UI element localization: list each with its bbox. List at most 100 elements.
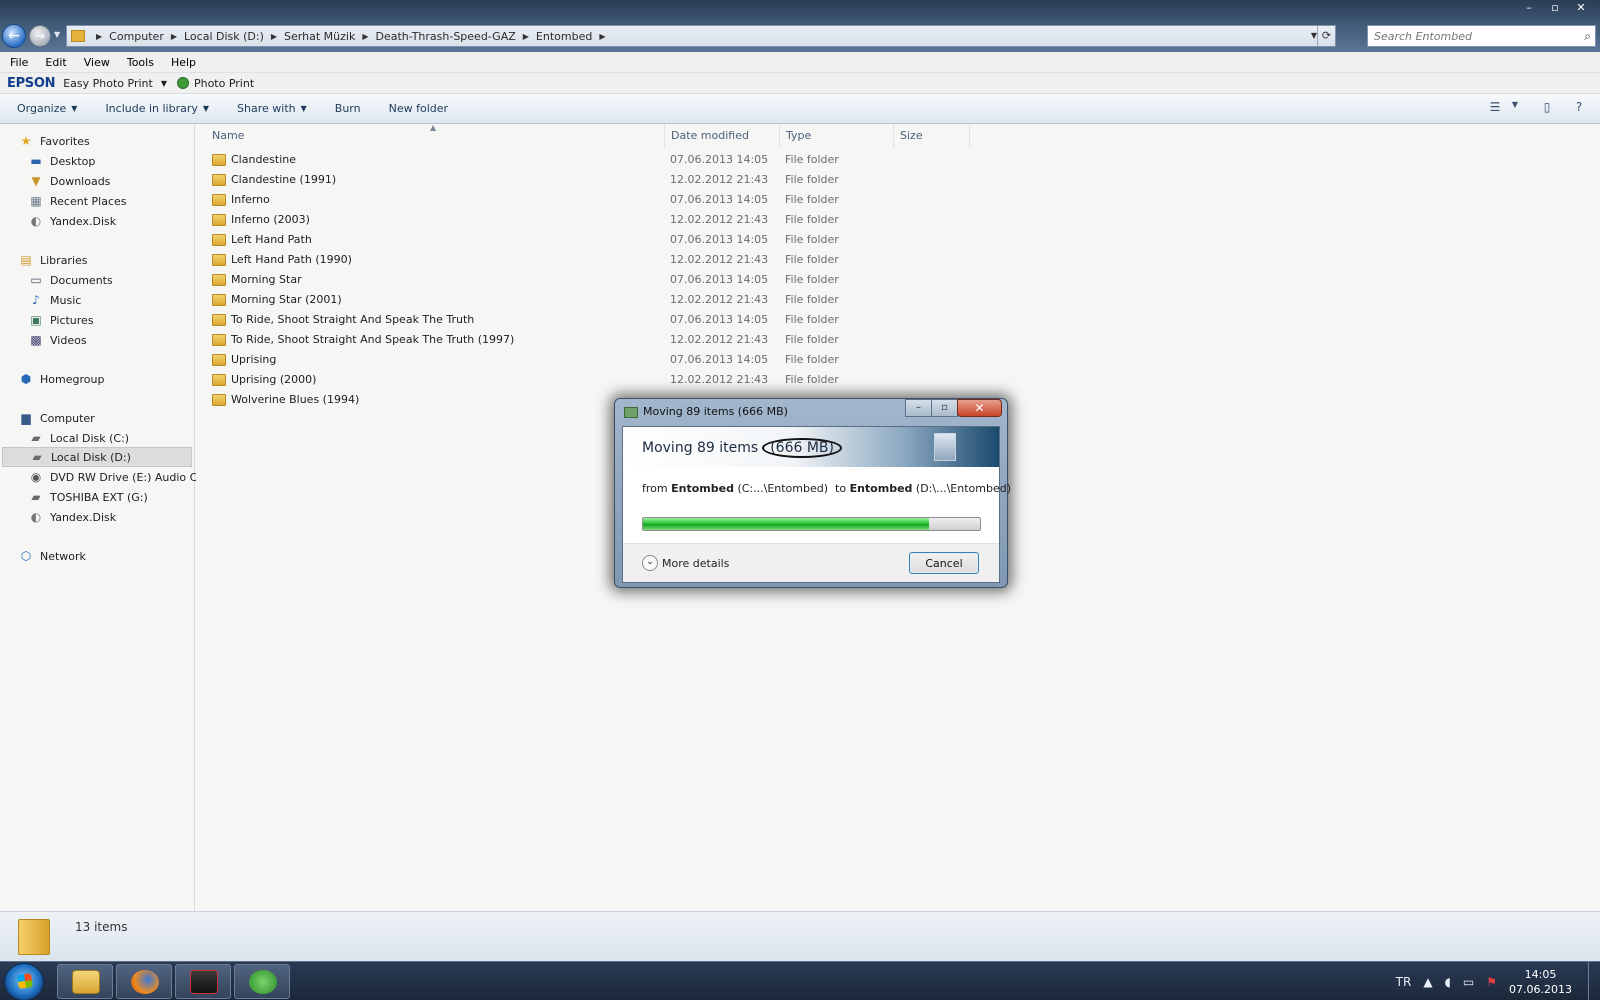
file-row[interactable]: To Ride, Shoot Straight And Speak The Tr… xyxy=(196,310,996,330)
dialog-close-button[interactable]: ✕ xyxy=(957,399,1002,417)
sidebar-item-videos[interactable]: ▩ Videos xyxy=(28,330,86,350)
change-view-icon[interactable]: ☰ xyxy=(1486,100,1504,116)
organize-button[interactable]: Organize ▼ xyxy=(17,102,77,115)
sidebar-item-homegroup[interactable]: ⬢ Homegroup xyxy=(18,369,105,389)
sidebar-item-local-disk-c[interactable]: ▰ Local Disk (C:) xyxy=(28,428,129,448)
refresh-icon[interactable]: ⟳ xyxy=(1317,26,1335,46)
search-icon[interactable]: ⌕ xyxy=(1584,29,1591,44)
start-button[interactable] xyxy=(4,963,44,1000)
volume-icon[interactable]: ◖ xyxy=(1445,975,1451,989)
taskbar-explorer[interactable] xyxy=(57,964,113,999)
burn-button[interactable]: Burn xyxy=(335,102,361,115)
clock[interactable]: 14:05 07.06.2013 xyxy=(1509,967,1572,997)
include-in-library-button[interactable]: Include in library ▼ xyxy=(105,102,209,115)
file-row[interactable]: Morning Star 07.06.2013 14:05 File folder xyxy=(196,270,996,290)
minimize-button[interactable]: – xyxy=(1516,0,1542,16)
column-name[interactable]: Name xyxy=(196,124,665,148)
dialog-minimize-button[interactable]: – xyxy=(905,399,932,417)
language-indicator[interactable]: TR xyxy=(1396,975,1412,989)
file-row[interactable]: Clandestine (1991) 12.02.2012 21:43 File f… xyxy=(196,170,996,190)
breadcrumb-death-thrash-speed[interactable]: Death-Thrash-Speed-GAZ ▶ xyxy=(375,30,535,43)
chevron-right-icon[interactable]: ▶ xyxy=(523,32,529,41)
search-input[interactable] xyxy=(1374,29,1574,43)
file-row[interactable]: Left Hand Path (1990) 12.02.2012 21:43 Fil… xyxy=(196,250,996,270)
sidebar-item-network[interactable]: ⬡ Network xyxy=(18,546,86,566)
chevron-right-icon[interactable]: ▶ xyxy=(599,32,605,41)
close-button[interactable]: ✕ xyxy=(1568,0,1594,16)
taskbar-firefox[interactable] xyxy=(116,964,172,999)
sidebar-item-music[interactable]: ♪ Music xyxy=(28,290,81,310)
share-with-button[interactable]: Share with ▼ xyxy=(237,102,307,115)
sidebar-item-yandex-disk[interactable]: ◐ Yandex.Disk xyxy=(28,211,116,231)
sidebar-item-toshiba-ext[interactable]: ▰ TOSHIBA EXT (G:) xyxy=(28,487,147,507)
chevron-right-icon[interactable]: ▶ xyxy=(362,32,368,41)
file-row[interactable]: Morning Star (2001) 12.02.2012 21:43 File … xyxy=(196,290,996,310)
address-bar[interactable]: ▶ Computer ▶ Local Disk (D:) ▶ Serhat Müzi… xyxy=(66,25,1336,47)
action-center-flag-icon[interactable]: ⚑ xyxy=(1486,975,1497,989)
sidebar-item-computer[interactable]: ▆ Computer xyxy=(18,408,94,428)
menu-edit[interactable]: Edit xyxy=(45,56,66,69)
maximize-button[interactable]: ▫ xyxy=(1542,0,1568,16)
chevron-right-icon[interactable]: ▶ xyxy=(271,32,277,41)
sidebar-item-libraries[interactable]: ▤ Libraries xyxy=(18,250,87,270)
sidebar-item-documents[interactable]: ▭ Documents xyxy=(28,270,112,290)
cancel-button[interactable]: Cancel xyxy=(909,552,979,574)
file-name-cell: Clandestine (1991) xyxy=(212,170,336,190)
show-desktop-button[interactable] xyxy=(1588,962,1600,1000)
taskbar-utorrent[interactable] xyxy=(234,964,290,999)
sidebar-item-yandex-disk-computer[interactable]: ◐ Yandex.Disk xyxy=(28,507,116,527)
file-row[interactable]: Inferno (2003) 12.02.2012 21:43 File folde… xyxy=(196,210,996,230)
breadcrumb-local-disk-d[interactable]: Local Disk (D:) ▶ xyxy=(184,30,284,43)
show-hidden-icons-icon[interactable]: ▲ xyxy=(1423,975,1432,989)
sidebar-item-dvd-drive[interactable]: ◉ DVD RW Drive (E:) Audio CD xyxy=(28,467,206,487)
network-tray-icon[interactable]: ▭ xyxy=(1463,975,1474,989)
sidebar-item-pictures[interactable]: ▣ Pictures xyxy=(28,310,93,330)
preview-pane-icon[interactable]: ▯ xyxy=(1538,100,1556,116)
file-row[interactable]: To Ride, Shoot Straight And Speak The Tr… xyxy=(196,330,996,350)
file-row[interactable]: Clandestine 07.06.2013 14:05 File folder xyxy=(196,150,996,170)
sidebar-item-desktop[interactable]: ▬ Desktop xyxy=(28,151,95,171)
copy-icon xyxy=(624,407,638,418)
menu-help[interactable]: Help xyxy=(171,56,196,69)
from-folder-name[interactable]: Entombed xyxy=(671,482,734,495)
taskbar-exact-audio-copy[interactable] xyxy=(175,964,231,999)
breadcrumb-serhat-muzik[interactable]: Serhat Müzik ▶ xyxy=(284,30,375,43)
file-row[interactable]: Left Hand Path 07.06.2013 14:05 File folde… xyxy=(196,230,996,250)
recent-pages-dropdown-icon[interactable]: ▼ xyxy=(54,30,60,39)
chevron-down-icon[interactable]: ▼ xyxy=(1506,100,1524,116)
chevron-right-icon[interactable]: ▶ xyxy=(171,32,177,41)
photo-print-button[interactable]: Photo Print xyxy=(194,77,254,90)
search-box[interactable]: ⌕ xyxy=(1367,25,1596,47)
sidebar-item-local-disk-d[interactable]: ▰ Local Disk (D:) xyxy=(2,447,192,467)
chevron-down-icon[interactable]: ▼ xyxy=(161,79,167,88)
back-button[interactable]: ← xyxy=(2,24,26,48)
new-folder-button[interactable]: New folder xyxy=(389,102,448,115)
breadcrumb-computer[interactable]: Computer ▶ xyxy=(109,30,184,43)
easy-photo-print-button[interactable]: Easy Photo Print xyxy=(63,77,153,90)
folder-icon xyxy=(71,30,85,42)
sidebar-item-favorites[interactable]: ★ Favorites xyxy=(18,131,90,151)
photo-print-icon xyxy=(176,77,189,89)
to-folder-name[interactable]: Entombed xyxy=(850,482,913,495)
column-size[interactable]: Size xyxy=(894,124,970,148)
file-row[interactable]: Inferno 07.06.2013 14:05 File folder xyxy=(196,190,996,210)
chevron-down-icon: ⌄ xyxy=(642,555,658,571)
column-date-modified[interactable]: Date modified xyxy=(665,124,780,148)
sidebar-item-recent-places[interactable]: ▦ Recent Places xyxy=(28,191,126,211)
file-row[interactable]: Uprising 07.06.2013 14:05 File folder xyxy=(196,350,996,370)
help-icon[interactable]: ? xyxy=(1570,100,1588,116)
pictures-icon: ▣ xyxy=(30,313,42,327)
epson-logo: EPSON xyxy=(7,75,56,91)
forward-button[interactable]: → xyxy=(29,25,51,47)
folder-icon xyxy=(212,394,226,406)
column-type[interactable]: Type xyxy=(780,124,894,148)
more-details-toggle[interactable]: ⌄ More details xyxy=(642,555,729,571)
menu-view[interactable]: View xyxy=(84,56,110,69)
breadcrumb-entombed[interactable]: Entombed ▶ xyxy=(536,30,613,43)
menu-tools[interactable]: Tools xyxy=(127,56,154,69)
dialog-maximize-button[interactable]: ▫ xyxy=(931,399,958,417)
sidebar-item-downloads[interactable]: ▼ Downloads xyxy=(28,171,110,191)
file-date: 12.02.2012 21:43 xyxy=(670,333,769,346)
file-row[interactable]: Uprising (2000) 12.02.2012 21:43 File fold… xyxy=(196,370,996,390)
menu-file[interactable]: File xyxy=(10,56,28,69)
